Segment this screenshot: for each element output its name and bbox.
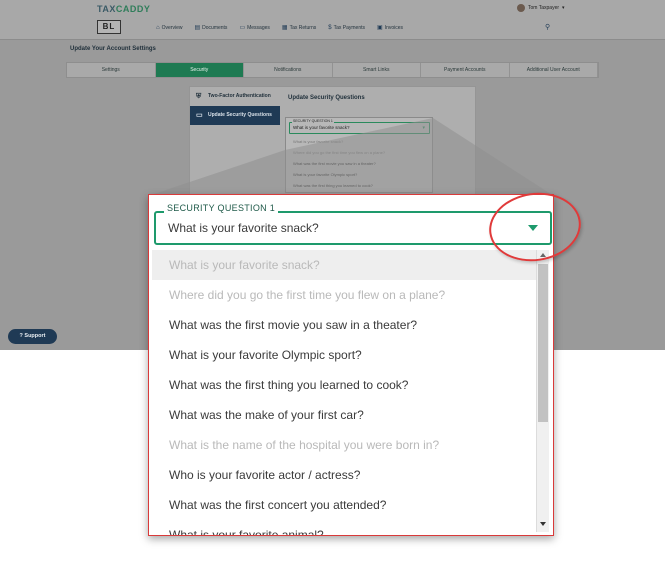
dropdown-option[interactable]: What was the first movie you saw in a th…	[152, 310, 536, 340]
dropdown-option: Where did you go the first time you flew…	[169, 288, 446, 302]
dropdown-option: What is the name of the hospital you wer…	[169, 438, 440, 452]
dropdown-option[interactable]: What was the first concert you attended?	[152, 490, 536, 520]
dropdown-option[interactable]: What was the make of your first car?	[152, 400, 536, 430]
scroll-thumb[interactable]	[538, 264, 548, 422]
scroll-down-icon[interactable]	[540, 522, 546, 526]
dropdown-option: What is your favorite snack?	[152, 250, 536, 280]
scrollbar[interactable]	[536, 250, 549, 532]
dropdown-option[interactable]: Who is your favorite actor / actress?	[152, 460, 536, 490]
support-label: Support	[24, 333, 46, 339]
question-options-list: What is your favorite snack? Where did yo…	[152, 250, 536, 535]
security-question-label: SECURITY QUESTION 1	[164, 203, 279, 213]
zoomed-dropdown-callout: SECURITY QUESTION 1 What is your favorit…	[148, 194, 554, 536]
dropdown-option[interactable]: What is your favorite Olympic sport?	[152, 340, 536, 370]
support-button[interactable]: ? Support	[8, 329, 57, 344]
help-icon: ?	[19, 333, 23, 339]
selected-value: What is your favorite snack?	[168, 221, 319, 235]
dropdown-option[interactable]: What is your favorite animal?	[152, 520, 536, 535]
dropdown-option[interactable]: What was the first thing you learned to …	[152, 370, 536, 400]
